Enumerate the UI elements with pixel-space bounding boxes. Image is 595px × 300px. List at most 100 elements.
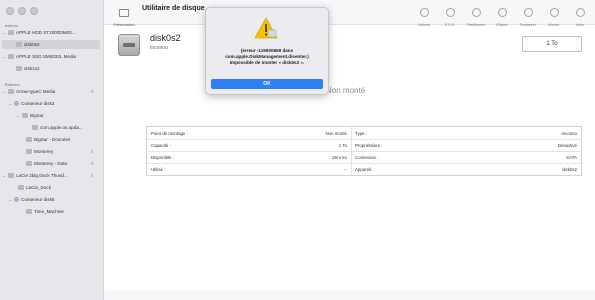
connection-value: SATA [566,154,577,160]
container-icon [14,197,19,202]
sidebar-item-label: BigSur [30,113,44,118]
chevron-down-icon[interactable]: ⌄ [8,197,12,202]
info-icon [575,8,585,17]
volume-icon [22,113,28,118]
external-disk-icon [8,89,14,94]
device-value: disk0s2 [562,166,577,172]
sidebar-item-lacie-dock-device[interactable]: ⌄ LaCie 2big Dock Thund... ≜ [2,171,100,180]
sidebar-item-lacie-dock[interactable]: LaCie_Dock [16,183,100,192]
sidebar-item-label: APPLE SSD SM0032L Media [16,54,77,59]
sidebar-item-disk0s2[interactable]: disk0s2 [2,40,100,49]
available-label: Disponible : [151,154,174,160]
sidebar-item-apple-hdd[interactable]: ⌄ APPLE HDD ST1000DM00... [2,28,100,37]
plus-minus-icon [419,8,429,17]
sidebar-item-container-disk3[interactable]: ⌄ Conteneur disk3 [8,99,100,108]
restore-button[interactable]: Restaurer [517,4,539,27]
volume-icon [16,42,22,47]
disk-utility-window: Interne ⌄ APPLE HDD ST1000DM00... disk0s… [0,0,595,300]
zoom-button[interactable] [30,7,38,15]
volume-icon [32,125,38,130]
bottom-bar [104,290,595,300]
external-disk-icon [8,173,14,178]
restore-icon [523,8,533,17]
sidebar-item-label: Time_Machine [34,209,64,214]
first-aid-button[interactable]: S.O.S. [439,4,461,27]
hard-disk-icon [8,30,14,35]
minimize-button[interactable] [18,7,26,15]
sidebar-item-label: BigSur - Données [34,137,71,142]
sidebar-item-label: com.apple.os.upda... [40,125,83,130]
partition-label: Partitionner [466,23,486,27]
stethoscope-icon [445,8,455,17]
mount-label: Monter [548,23,560,27]
sidebar-item-apple-ssd[interactable]: ⌄ APPLE SSD SM0032L Media [2,52,100,61]
sidebar-item-monterey-data[interactable]: Monterey - Data ≜ [24,159,100,168]
chevron-down-icon[interactable]: ⌄ [2,173,6,178]
partition-button[interactable]: Partitionner [465,4,487,27]
volume-icon [26,161,32,166]
erase-label: Effacer [496,23,508,27]
mount-button[interactable]: Monter [543,4,565,27]
restore-label: Restaurer [520,23,536,27]
window-title: Utilitaire de disque [142,5,205,12]
volume-icon [26,137,32,142]
capacity-label: Capacité : [151,142,171,148]
owners-value: Désactivé [557,142,577,148]
container-icon [14,101,19,106]
info-button[interactable]: Infos [569,4,591,27]
sidebar-item-bigsur-data[interactable]: BigSur - Données [24,135,100,144]
eject-icon[interactable]: ≜ [91,161,94,166]
sidebar-item-bigsur[interactable]: ⌄ BigSur [16,111,100,120]
chevron-down-icon[interactable]: ⌄ [2,30,6,35]
sidebar-item-os-update[interactable]: com.apple.os.upda... [30,123,100,132]
erase-icon [497,8,507,17]
sidebar-item-time-machine[interactable]: Time_Machine [24,207,100,216]
dialog-message: (erreur -119930868 dans com.apple.DiskMa… [212,48,322,66]
volume-icon [18,185,24,190]
device-label: Appareil : [355,166,374,172]
sidebar-item-container-disk5[interactable]: ⌄ Conteneur disk5 [8,195,100,204]
sidebar-item-label: Conteneur disk3 [21,101,55,106]
sidebar-item-disk1s2[interactable]: disk1s2 [2,64,100,73]
sidebar-item-label: Conteneur disk5 [21,197,55,202]
sidebar-item-label: disk0s2 [24,42,40,47]
sidebar-item-label: Monterey - Data [34,161,67,166]
ok-button[interactable]: OK [211,79,323,89]
eject-icon[interactable]: ≜ [91,149,94,154]
sidebar-icon [119,9,129,17]
close-button[interactable] [6,7,14,15]
used-value: -- [344,166,347,172]
window-controls [6,7,38,15]
disk-icon [118,34,140,56]
available-value: Zéro ko [332,154,347,160]
eject-icon[interactable]: ≜ [91,173,94,178]
type-value: Inconnu [561,130,577,136]
unmounted-label: Non monté [326,86,366,95]
sidebar-item-label: Monterey [34,149,54,154]
connection-label: Connexion : [355,154,379,160]
chevron-down-icon[interactable]: ⌄ [16,113,20,118]
owners-label: Propriétaires : [355,142,383,148]
volume-icon [16,66,22,71]
sidebar-item-label: disk1s2 [24,66,40,71]
info-table: Point de montage : Non monté Capacité : … [146,126,582,176]
erase-button[interactable]: Effacer [491,4,513,27]
volume-label: Volume [418,23,430,27]
warning-icon [254,17,278,39]
error-dialog: (erreur -119930868 dans com.apple.DiskMa… [205,7,329,95]
eject-icon[interactable]: ≜ [91,89,94,94]
toolbar: Présentation Utilitaire de disque Volume… [104,0,595,27]
volume-button[interactable]: Volume [413,4,435,27]
chevron-down-icon[interactable]: ⌄ [8,101,12,106]
disk-format: Inconnu [150,45,168,51]
sidebar-item-label: LaCie_Dock [26,185,52,190]
mount-icon [549,8,559,17]
type-label: Type : [355,130,367,136]
sidebar-item-monterey[interactable]: Monterey ≜ [24,147,100,156]
mount-point-value: Non monté [325,130,347,136]
sidebar-item-arrow-media[interactable]: ⌄ Arrow-typeC Media ≜ [2,87,100,96]
info-label: Infos [576,23,584,27]
chevron-down-icon[interactable]: ⌄ [2,54,6,59]
chevron-down-icon[interactable]: ⌄ [2,89,6,94]
presentation-button[interactable]: Présentation [112,4,136,27]
